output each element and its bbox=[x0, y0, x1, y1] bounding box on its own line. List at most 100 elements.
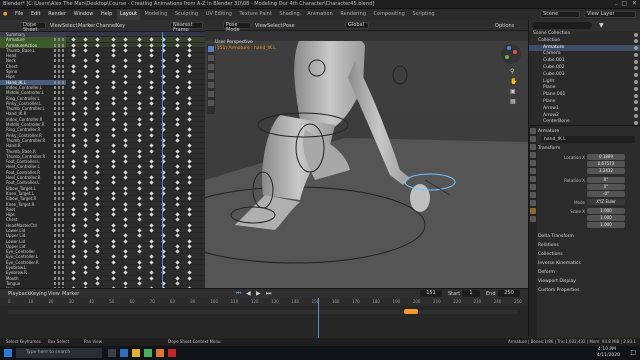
keyframe[interactable] bbox=[111, 260, 116, 265]
keyframe[interactable] bbox=[137, 281, 142, 286]
keyframe[interactable] bbox=[137, 233, 142, 238]
keyframe[interactable] bbox=[95, 196, 100, 201]
keyframe[interactable] bbox=[123, 80, 128, 85]
keyframe[interactable] bbox=[95, 154, 100, 159]
keyframe[interactable] bbox=[149, 133, 154, 138]
keyframe[interactable] bbox=[111, 101, 116, 106]
keyframe[interactable] bbox=[175, 217, 180, 223]
scale-x-field[interactable]: 1.000 bbox=[587, 208, 625, 214]
keyframe[interactable] bbox=[95, 69, 100, 74]
channel-toggle-icons[interactable] bbox=[54, 96, 64, 100]
keyframe[interactable] bbox=[83, 154, 88, 159]
3d-viewport[interactable]: Pose Mode View Select Pose Global Option… bbox=[205, 20, 528, 288]
keyframe[interactable] bbox=[175, 42, 180, 48]
keyframe[interactable] bbox=[111, 53, 116, 58]
bone-name-field[interactable]: hand_IK.L bbox=[541, 136, 635, 143]
channel-toggle-icons[interactable] bbox=[54, 112, 64, 116]
keyframe[interactable] bbox=[149, 48, 154, 53]
keyframe[interactable] bbox=[187, 175, 192, 180]
keyframe[interactable] bbox=[95, 170, 100, 175]
keyframe[interactable] bbox=[123, 37, 128, 42]
keyframe[interactable] bbox=[137, 265, 142, 270]
keyframe[interactable] bbox=[83, 90, 88, 95]
keyframe[interactable] bbox=[95, 260, 100, 265]
keyframe[interactable] bbox=[175, 281, 180, 286]
keyframe[interactable] bbox=[71, 37, 76, 42]
keyframe[interactable] bbox=[71, 254, 76, 260]
rotation-y-field[interactable]: 0° bbox=[587, 184, 625, 190]
keyframe[interactable] bbox=[175, 228, 180, 233]
keyframe[interactable] bbox=[175, 233, 180, 238]
interaction-mode-dropdown[interactable]: Pose Mode bbox=[223, 22, 251, 33]
keyframe[interactable] bbox=[111, 148, 116, 154]
location-y-field[interactable]: 0.67573 bbox=[587, 161, 625, 167]
keyframe[interactable] bbox=[175, 170, 180, 175]
keyframe[interactable] bbox=[83, 143, 88, 148]
keyframe[interactable] bbox=[83, 42, 88, 48]
keyframe[interactable] bbox=[187, 164, 192, 170]
keyframe[interactable] bbox=[123, 159, 128, 164]
keyframe[interactable] bbox=[83, 185, 88, 191]
keyframe[interactable] bbox=[111, 117, 116, 122]
keyframe[interactable] bbox=[187, 64, 192, 69]
keyframe[interactable] bbox=[71, 127, 76, 132]
relations-section[interactable]: Relations bbox=[538, 242, 638, 249]
channel-toggle-icons[interactable] bbox=[54, 48, 64, 52]
armature-data-tab-icon[interactable] bbox=[530, 200, 536, 206]
keyframe[interactable] bbox=[187, 180, 192, 185]
keyframe[interactable] bbox=[123, 217, 128, 223]
keyframe[interactable] bbox=[95, 212, 100, 217]
transform-section[interactable]: Transform bbox=[538, 145, 638, 152]
keyframe[interactable] bbox=[149, 69, 154, 74]
keyframe[interactable] bbox=[187, 207, 192, 212]
keyframe[interactable] bbox=[137, 138, 142, 143]
channel-toggle-icons[interactable] bbox=[54, 281, 64, 285]
workspace-tab-shading[interactable]: Shading bbox=[276, 9, 302, 20]
keyframe[interactable] bbox=[123, 154, 128, 159]
keyframe[interactable] bbox=[175, 196, 180, 201]
keyframe[interactable] bbox=[111, 85, 116, 90]
channel-toggle-icons[interactable] bbox=[54, 255, 64, 259]
channel-toggle-icons[interactable] bbox=[54, 101, 64, 105]
keyframe[interactable] bbox=[149, 212, 154, 217]
keyframe[interactable] bbox=[137, 212, 142, 217]
keyframe[interactable] bbox=[95, 122, 100, 127]
keyframe[interactable] bbox=[123, 233, 128, 238]
channel-toggle-icons[interactable] bbox=[54, 244, 64, 248]
keyframe[interactable] bbox=[137, 170, 142, 175]
keyframe[interactable] bbox=[71, 53, 76, 58]
channel-toggle-icons[interactable] bbox=[54, 64, 64, 68]
keyframe[interactable] bbox=[95, 42, 100, 48]
channel-toggle-icons[interactable] bbox=[54, 197, 64, 201]
keyframe[interactable] bbox=[187, 95, 192, 101]
channel-toggle-icons[interactable] bbox=[54, 117, 64, 121]
keyframe[interactable] bbox=[137, 58, 142, 64]
channel-toggle-icons[interactable] bbox=[54, 271, 64, 275]
channel-toggle-icons[interactable] bbox=[54, 144, 64, 148]
keyframe[interactable] bbox=[111, 223, 116, 228]
keyframe[interactable] bbox=[137, 260, 142, 265]
keyframe[interactable] bbox=[187, 133, 192, 138]
keyframe[interactable] bbox=[95, 281, 100, 286]
keyframe[interactable] bbox=[123, 58, 128, 64]
keyframe[interactable] bbox=[71, 143, 76, 148]
keyframe[interactable] bbox=[123, 64, 128, 69]
keyframe[interactable] bbox=[187, 80, 192, 85]
navigation-gizmo[interactable] bbox=[501, 44, 521, 64]
outliner-search-input[interactable] bbox=[532, 22, 592, 29]
keyframe[interactable] bbox=[175, 265, 180, 270]
keyframe[interactable] bbox=[71, 196, 76, 201]
scene-tab-icon[interactable] bbox=[530, 152, 536, 158]
keyframe[interactable] bbox=[175, 148, 180, 154]
channel-toggle-icons[interactable] bbox=[54, 239, 64, 243]
rotation-x-field[interactable]: 0° bbox=[587, 177, 625, 183]
keyframe[interactable] bbox=[71, 148, 76, 154]
keyframe[interactable] bbox=[95, 58, 100, 64]
keyframe[interactable] bbox=[95, 249, 100, 254]
channel-toggle-icons[interactable] bbox=[54, 128, 64, 132]
keyframe[interactable] bbox=[71, 244, 76, 249]
keyframe[interactable] bbox=[187, 223, 192, 228]
keyframe[interactable] bbox=[187, 244, 192, 249]
keyframe[interactable] bbox=[95, 53, 100, 58]
keyframe[interactable] bbox=[149, 175, 154, 180]
